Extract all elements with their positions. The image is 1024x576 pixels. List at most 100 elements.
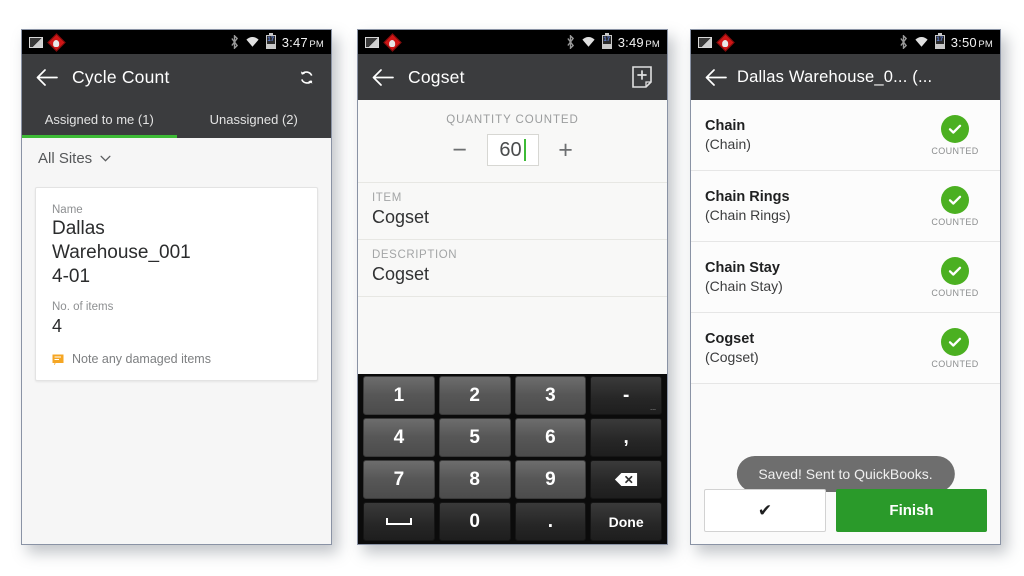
note-flag-icon — [52, 354, 64, 365]
quantity-counted-block: QUANTITY COUNTED − 60 + — [358, 100, 667, 183]
key-4[interactable]: 4 — [363, 418, 435, 457]
key-1[interactable]: 1 — [363, 376, 435, 415]
back-button[interactable] — [701, 62, 731, 92]
list-item[interactable]: Chain Stay (Chain Stay) COUNTED — [691, 242, 1000, 313]
card-name-line3: 4-01 — [52, 266, 91, 287]
key-comma[interactable]: , — [590, 418, 662, 457]
status-bar-clock: 3:49 PM — [618, 35, 660, 50]
body-filler — [358, 297, 667, 374]
battery-icon: 17 — [265, 33, 276, 49]
back-arrow-icon — [705, 68, 727, 86]
key-7[interactable]: 7 — [363, 460, 435, 499]
status-bar-right-icons: 17 3:49 PM — [566, 33, 660, 50]
backspace-icon — [615, 473, 638, 486]
field-item[interactable]: ITEM Cogset — [358, 183, 667, 240]
key-5[interactable]: 5 — [438, 418, 511, 457]
field-description[interactable]: DESCRIPTION Cogset — [358, 240, 667, 297]
key-backspace[interactable] — [590, 460, 662, 499]
list-item-subtitle: (Cogset) — [705, 349, 759, 365]
status-bar: 17 3:50 PM — [691, 30, 1000, 54]
list-item-subtitle: (Chain Stay) — [705, 278, 783, 294]
list-item-status: COUNTED — [924, 114, 986, 156]
list-item-text: Cogset (Cogset) — [705, 331, 924, 365]
key-done[interactable]: Done — [590, 502, 662, 541]
battery-level-text: 17 — [936, 37, 944, 43]
card-name-line2: Warehouse_001 — [52, 242, 191, 263]
card-name-line1: Dallas — [52, 218, 105, 239]
bluetooth-icon — [567, 35, 574, 49]
tab-assigned-to-me-label: Assigned to me (1) — [44, 111, 154, 127]
back-button[interactable] — [368, 62, 398, 92]
list-item[interactable]: Chain (Chain) COUNTED — [691, 100, 1000, 171]
finish-button[interactable]: Finish — [836, 489, 987, 532]
list-item[interactable]: Cogset (Cogset) COUNTED — [691, 313, 1000, 384]
status-badge: COUNTED — [931, 216, 979, 227]
quantity-decrement-button[interactable]: − — [447, 137, 473, 163]
status-bar: 17 3:47 PM — [22, 30, 331, 54]
quantity-caption: QUANTITY COUNTED — [446, 114, 579, 126]
clock-meridiem: PM — [309, 38, 324, 50]
page-title: Cogset — [408, 66, 465, 87]
key-2[interactable]: 2 — [438, 376, 511, 415]
status-badge: COUNTED — [931, 145, 979, 156]
add-note-icon — [632, 66, 652, 88]
card-items-value: 4 — [52, 316, 63, 336]
phone-screen-item-count: 17 3:49 PM Cogset QUANTITY COUNTED − 60 … — [357, 29, 668, 545]
status-bar-left-icons — [365, 32, 402, 52]
list-item-text: Chain Rings (Chain Rings) — [705, 189, 924, 223]
key-space[interactable] — [363, 502, 435, 541]
wifi-icon — [915, 37, 928, 47]
status-bar-clock: 3:50 PM — [951, 35, 993, 50]
card-note-text: Note any damaged items — [72, 352, 211, 366]
cycle-count-card[interactable]: Name Dallas Warehouse_001 4-01 No. of it… — [35, 187, 318, 381]
key-9[interactable]: 9 — [514, 460, 587, 499]
status-bar-left-icons — [29, 32, 66, 52]
field-item-label: ITEM — [372, 192, 402, 204]
battery-icon: 17 — [601, 33, 612, 49]
list-item-name: Chain Stay — [705, 260, 780, 276]
keyboard-row: 4 5 6 , — [361, 418, 664, 457]
item-count-body: QUANTITY COUNTED − 60 + ITEM Cogset DESC… — [358, 100, 667, 544]
list-item[interactable]: Chain Rings (Chain Rings) COUNTED — [691, 171, 1000, 242]
key-minus[interactable]: -... — [590, 376, 662, 415]
key-6[interactable]: 6 — [514, 418, 587, 457]
bluetooth-icon — [231, 35, 238, 49]
quantity-input[interactable]: 60 — [486, 134, 539, 166]
list-item-text: Chain (Chain) — [705, 118, 924, 152]
footer-actions: ✔ Finish — [704, 489, 987, 532]
status-bar-left-icons — [698, 32, 735, 52]
tab-assigned-to-me[interactable]: Assigned to me (1) — [22, 100, 177, 138]
list-item-status: COUNTED — [924, 185, 986, 227]
text-caret — [523, 139, 526, 161]
chevron-down-icon — [100, 155, 111, 162]
key-8[interactable]: 8 — [438, 460, 511, 499]
add-note-button[interactable] — [627, 62, 657, 92]
confirm-check-button[interactable]: ✔ — [704, 489, 826, 532]
quantity-increment-button[interactable]: + — [553, 137, 579, 163]
list-item-text: Chain Stay (Chain Stay) — [705, 260, 924, 294]
clock-time: 3:47 — [281, 34, 308, 50]
toast-message: Saved! Sent to QuickBooks. — [736, 456, 955, 492]
status-bar: 17 3:49 PM — [358, 30, 667, 54]
bluetooth-icon — [900, 35, 907, 49]
back-button[interactable] — [32, 62, 62, 92]
list-item-name: Chain Rings — [705, 189, 790, 205]
wifi-icon — [246, 37, 259, 47]
key-0[interactable]: 0 — [438, 502, 511, 541]
phone-screen-item-list: 17 3:50 PM Dallas Warehouse_0... (... Cha… — [690, 29, 1001, 545]
refresh-button[interactable] — [291, 62, 321, 92]
check-circle-icon — [941, 327, 969, 356]
clock-time: 3:49 — [617, 34, 644, 50]
key-3[interactable]: 3 — [514, 376, 587, 415]
list-item-subtitle: (Chain) — [705, 136, 751, 152]
action-bar: Cogset — [358, 54, 667, 100]
alert-icon — [383, 32, 402, 52]
card-divider-space — [52, 289, 301, 301]
numeric-keyboard: 1 2 3 -... 4 5 6 , 7 8 9 0 . Done — [358, 374, 667, 544]
site-filter-dropdown[interactable]: All Sites — [22, 138, 331, 178]
alert-icon — [716, 32, 735, 52]
tab-unassigned[interactable]: Unassigned (2) — [177, 100, 332, 138]
status-bar-right-icons: 17 3:47 PM — [230, 33, 324, 50]
site-filter-label: All Sites — [38, 149, 93, 167]
key-period[interactable]: . — [514, 502, 587, 541]
